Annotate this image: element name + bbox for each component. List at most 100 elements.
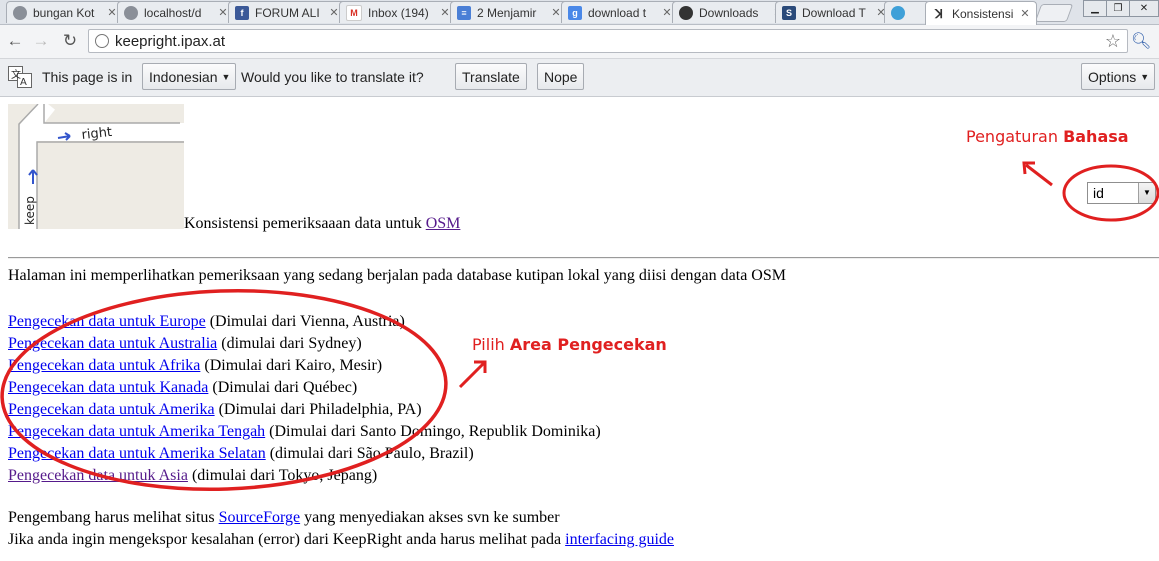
- list-item: Pengecekan data untuk Amerika (Dimulai d…: [8, 399, 601, 421]
- tab-1[interactable]: bungan Kot ✕: [6, 1, 124, 23]
- area-note: (Dimulai dari Philadelphia, PA): [214, 401, 422, 418]
- globe-icon: [124, 5, 138, 20]
- developer-note-2: Jika anda ingin mengekspor kesalahan (er…: [8, 531, 674, 549]
- tab-label: download t: [588, 5, 647, 20]
- intro-text: Halaman ini memperlihatkan pemeriksaan y…: [8, 267, 786, 284]
- back-icon[interactable]: ←: [4, 31, 26, 51]
- forward-icon[interactable]: →: [30, 31, 52, 51]
- options-button[interactable]: Options ▼: [1081, 63, 1155, 90]
- sourceforge-link[interactable]: SourceForge: [219, 509, 300, 526]
- world-icon: [891, 5, 905, 20]
- annotation-text: Pengaturan: [966, 127, 1058, 146]
- list-item: Pengecekan data untuk Asia (dimulai dari…: [8, 465, 601, 487]
- divider: [8, 257, 1159, 259]
- list-item: Pengecekan data untuk Europe (Dimulai da…: [8, 311, 601, 333]
- close-icon[interactable]: ✕: [440, 6, 450, 19]
- language-select-value: id: [1093, 185, 1104, 201]
- tab-4[interactable]: M Inbox (194) ✕: [339, 1, 457, 23]
- window-close-icon[interactable]: ✕: [1129, 0, 1159, 17]
- search-icon[interactable]: 🔍︎: [1131, 31, 1151, 51]
- close-icon[interactable]: ✕: [329, 6, 339, 19]
- close-icon[interactable]: ✕: [218, 6, 228, 19]
- google-icon: g: [568, 5, 582, 20]
- new-tab-button[interactable]: [1034, 4, 1074, 22]
- tab-label: localhost/d: [144, 5, 202, 20]
- gmail-icon: M: [346, 4, 362, 21]
- tab-label: Inbox (194): [368, 5, 429, 20]
- language-annotation: Pengaturan Bahasa: [966, 127, 1129, 146]
- area-note: (dimulai dari São Paulo, Brazil): [265, 445, 474, 462]
- tab-2[interactable]: localhost/d ✕: [117, 1, 235, 23]
- area-note: (dimulai dari Tokyo, Jepang): [187, 467, 378, 484]
- dev-text: Jika anda ingin mengekspor kesalahan (er…: [8, 531, 562, 548]
- translate-infobar: 文 A This page is in Indonesian ▼ Would y…: [0, 59, 1159, 97]
- area-link-amerika-selatan[interactable]: Pengecekan data untuk Amerika Selatan: [8, 445, 266, 462]
- page-content: right keep Konsistensi pemeriksaaan data…: [0, 97, 1159, 561]
- area-link-europe[interactable]: Pengecekan data untuk Europe: [8, 313, 206, 330]
- annotation-text-bold: Bahasa: [1063, 127, 1129, 146]
- area-link-kanada[interactable]: Pengecekan data untuk Kanada: [8, 379, 208, 396]
- area-link-asia[interactable]: Pengecekan data untuk Asia: [8, 467, 188, 484]
- area-link-afrika[interactable]: Pengecekan data untuk Afrika: [8, 357, 200, 374]
- close-icon[interactable]: ✕: [551, 6, 561, 19]
- tab-label: Konsistensi: [952, 6, 1014, 21]
- dev-text: Pengembang harus melihat situs: [8, 509, 215, 526]
- translate-prefix: This page is in: [42, 69, 133, 85]
- bookmark-star-icon[interactable]: ☆: [1105, 31, 1121, 52]
- window-controls: ▁ ❐ ✕: [1083, 0, 1159, 17]
- area-link-australia[interactable]: Pengecekan data untuk Australia: [8, 335, 217, 352]
- options-label: Options: [1088, 68, 1137, 85]
- osm-link[interactable]: OSM: [426, 215, 461, 232]
- page-subtitle: Konsistensi pemeriksaaan data untuk OSM: [184, 215, 460, 233]
- close-icon[interactable]: ✕: [662, 6, 672, 19]
- area-note: (Dimulai dari Santo Domingo, Republik Do…: [265, 423, 601, 440]
- tab-label: Download T: [802, 5, 866, 20]
- address-bar[interactable]: keepright.ipax.at ☆: [88, 29, 1128, 53]
- translate-question: Would you like to translate it?: [241, 69, 424, 85]
- restore-icon[interactable]: ❐: [1106, 0, 1130, 17]
- chevron-down-icon: ▼: [1140, 71, 1150, 82]
- tab-3[interactable]: f FORUM ALI ✕: [228, 1, 346, 23]
- close-icon[interactable]: ✕: [107, 6, 117, 19]
- area-annotation: Pilih Area Pengecekan: [472, 335, 667, 354]
- interfacing-guide-link[interactable]: interfacing guide: [565, 531, 674, 548]
- tab-label: Downloads: [699, 5, 759, 20]
- translate-icon: 文 A: [8, 66, 32, 88]
- area-note: (Dimulai dari Québec): [208, 379, 358, 396]
- tab-5[interactable]: ≡ 2 Menjamir ✕: [450, 1, 568, 23]
- translate-button[interactable]: Translate: [455, 63, 527, 90]
- tab-label: bungan Kot: [33, 5, 95, 20]
- page-info-icon[interactable]: [95, 34, 109, 48]
- tab-active[interactable]: ꓘ Konsistensi ✕: [925, 1, 1037, 25]
- tab-strip: bungan Kot ✕ localhost/d ✕ f FORUM ALI ✕…: [0, 0, 1159, 25]
- tab-label: 2 Menjamir: [477, 5, 537, 20]
- nope-button[interactable]: Nope: [537, 63, 585, 90]
- chevron-down-icon[interactable]: ▼: [1138, 183, 1155, 203]
- globe-icon: [13, 5, 27, 20]
- list-item: Pengecekan data untuk Afrika (Dimulai da…: [8, 355, 601, 377]
- tab-7[interactable]: Downloads ✕: [672, 1, 790, 23]
- tab-9[interactable]: [884, 1, 930, 23]
- toolbar: ← → ↻ keepright.ipax.at ☆ 🔍︎: [0, 25, 1159, 59]
- area-note: (Dimulai dari Kairo, Mesir): [200, 357, 383, 374]
- annotation-text: Pilih: [472, 335, 505, 354]
- url-text[interactable]: keepright.ipax.at: [115, 33, 225, 50]
- reload-icon[interactable]: ↻: [59, 31, 81, 51]
- minimize-icon[interactable]: ▁: [1083, 0, 1107, 17]
- subtitle-text: Konsistensi pemeriksaaan data untuk: [184, 215, 422, 232]
- list-item: Pengecekan data untuk Amerika Selatan (d…: [8, 443, 601, 465]
- language-select[interactable]: id ▼: [1087, 182, 1156, 204]
- logo-word-right: right: [81, 125, 113, 143]
- tab-label: FORUM ALI: [255, 5, 320, 20]
- area-link-amerika-tengah[interactable]: Pengecekan data untuk Amerika Tengah: [8, 423, 265, 440]
- source-language-select[interactable]: Indonesian ▼: [142, 63, 236, 90]
- logo-word-keep: keep: [23, 196, 37, 225]
- area-link-amerika[interactable]: Pengecekan data untuk Amerika: [8, 401, 215, 418]
- tab-6[interactable]: g download t ✕: [561, 1, 679, 23]
- keepright-logo: right keep: [8, 104, 184, 229]
- tab-8[interactable]: S Download T ✕: [775, 1, 893, 23]
- close-icon[interactable]: ✕: [1020, 7, 1030, 20]
- developer-note-1: Pengembang harus melihat situs SourceFor…: [8, 509, 560, 527]
- source-language-value: Indonesian: [149, 68, 218, 85]
- svg-text:A: A: [20, 77, 27, 88]
